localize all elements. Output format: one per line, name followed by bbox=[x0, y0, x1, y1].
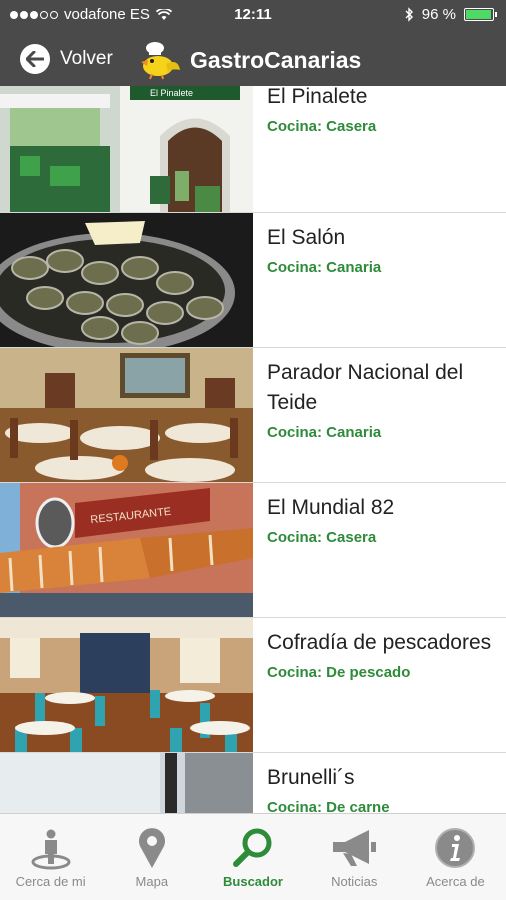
restaurant-cuisine: Cocina: Canaria bbox=[267, 424, 382, 441]
restaurant-name: El Mundial 82 bbox=[267, 496, 395, 519]
restaurant-row-el-pinalete[interactable]: El Pinalete El Pinalete Cocina: Casera bbox=[0, 86, 506, 213]
restaurant-row-el-mundial-82[interactable]: RESTAURANTE El Mundial 82 Cocina: Casera bbox=[0, 483, 506, 618]
back-arrow-icon bbox=[20, 44, 50, 74]
restaurant-list[interactable]: El Pinalete El Pinalete Cocina: Casera E… bbox=[0, 86, 506, 813]
tab-label: Buscador bbox=[223, 874, 283, 889]
restaurant-photo: El Pinalete bbox=[0, 86, 253, 212]
restaurant-info: Parador Nacional del Teide Cocina: Canar… bbox=[253, 348, 506, 482]
battery-icon bbox=[464, 8, 497, 21]
restaurant-row-el-salon[interactable]: El Salón Cocina: Canaria bbox=[0, 213, 506, 348]
search-icon bbox=[233, 828, 272, 867]
tab-noticias[interactable]: Noticias bbox=[304, 814, 405, 900]
location-person-icon bbox=[31, 829, 71, 870]
tab-cerca-de-mi[interactable]: Cerca de mi bbox=[0, 814, 101, 900]
status-right: 96 % bbox=[405, 6, 497, 23]
restaurant-photo bbox=[0, 348, 253, 482]
info-icon bbox=[435, 828, 476, 868]
restaurant-photo bbox=[0, 213, 253, 347]
bluetooth-icon bbox=[405, 7, 413, 22]
status-bar: vodafone ES 12:11 96 % bbox=[0, 0, 506, 30]
tab-label: Mapa bbox=[135, 874, 169, 889]
restaurant-photo bbox=[0, 753, 253, 813]
restaurant-name: Brunelli´s bbox=[267, 766, 355, 789]
restaurant-cuisine: Cocina: Casera bbox=[267, 118, 377, 135]
app-brand: GastroCanarias bbox=[138, 40, 361, 80]
tab-bar: Cerca de mi Mapa Buscador Noticias Acerc… bbox=[0, 813, 506, 900]
restaurant-cuisine: Cocina: Casera bbox=[267, 529, 377, 546]
restaurant-name: Parador Nacional del Teide bbox=[267, 361, 464, 414]
restaurant-cuisine: Cocina: De pescado bbox=[267, 664, 411, 681]
tab-label: Noticias bbox=[331, 874, 378, 889]
restaurant-info: El Salón Cocina: Canaria bbox=[253, 213, 395, 347]
tab-buscador[interactable]: Buscador bbox=[202, 814, 303, 900]
megaphone-icon bbox=[333, 830, 377, 866]
restaurant-photo: RESTAURANTE bbox=[0, 483, 253, 617]
tab-mapa[interactable]: Mapa bbox=[101, 814, 202, 900]
restaurant-sign-text: El Pinalete bbox=[150, 88, 193, 98]
restaurant-name: El Pinalete bbox=[267, 86, 368, 108]
tab-acerca-de[interactable]: Acerca de bbox=[405, 814, 506, 900]
map-pin-icon bbox=[138, 828, 165, 868]
tab-label: Cerca de mi bbox=[15, 874, 86, 889]
battery-percent: 96 % bbox=[421, 6, 456, 23]
header-bar: Volver GastroCanarias bbox=[0, 30, 506, 86]
restaurant-name: Cofradía de pescadores bbox=[267, 631, 492, 654]
restaurant-info: El Pinalete Cocina: Casera bbox=[253, 86, 390, 212]
restaurant-row-parador-nacional-del-teide[interactable]: Parador Nacional del Teide Cocina: Canar… bbox=[0, 348, 506, 483]
restaurant-info: El Mundial 82 Cocina: Casera bbox=[253, 483, 408, 617]
back-label: Volver bbox=[60, 48, 113, 69]
restaurant-info: Brunelli´s Cocina: De carne bbox=[253, 753, 404, 813]
canary-chef-logo-icon bbox=[141, 42, 180, 80]
restaurant-cuisine: Cocina: Canaria bbox=[267, 259, 382, 276]
restaurant-cuisine: Cocina: De carne bbox=[267, 799, 390, 813]
tab-label: Acerca de bbox=[426, 874, 485, 889]
restaurant-row-brunellis[interactable]: Brunelli´s Cocina: De carne bbox=[0, 753, 506, 813]
restaurant-name: El Salón bbox=[267, 226, 346, 249]
restaurant-photo bbox=[0, 618, 253, 752]
restaurant-row-cofradia-de-pescadores[interactable]: Cofradía de pescadores Cocina: De pescad… bbox=[0, 618, 506, 753]
back-button[interactable]: Volver bbox=[20, 44, 113, 74]
app-title: GastroCanarias bbox=[190, 46, 362, 73]
restaurant-info: Cofradía de pescadores Cocina: De pescad… bbox=[253, 618, 505, 752]
